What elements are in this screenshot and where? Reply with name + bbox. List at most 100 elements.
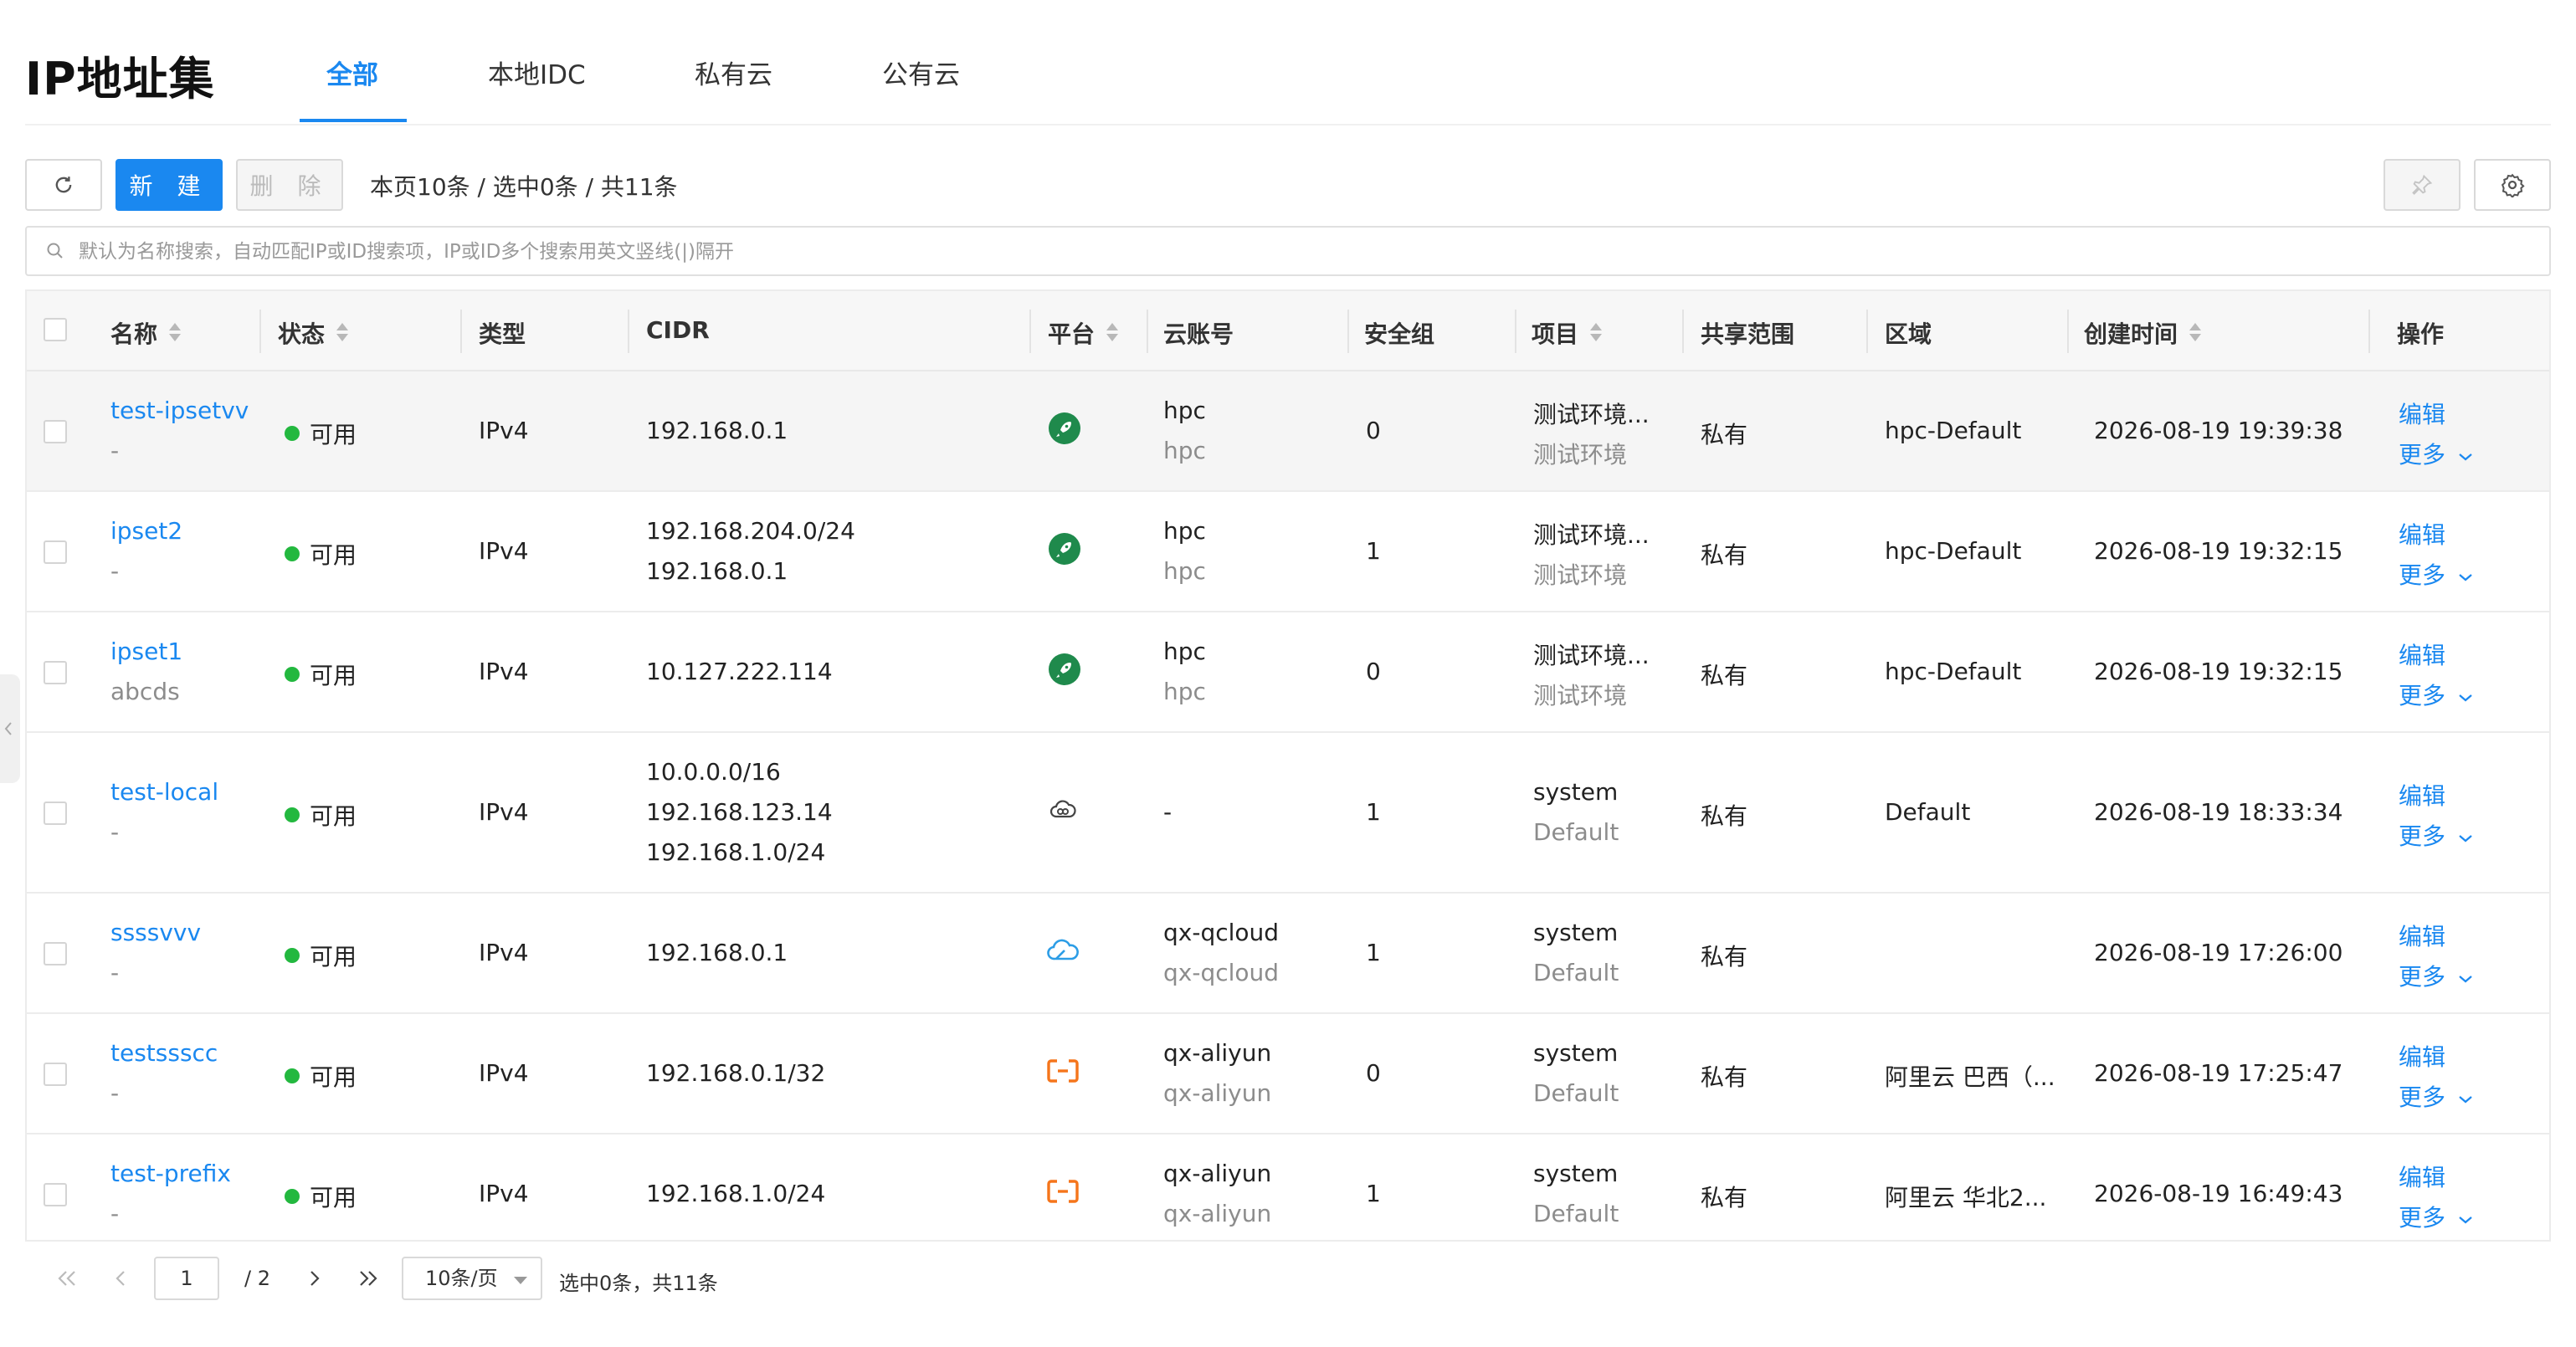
tab-local-idc[interactable]: 本地IDC: [488, 54, 586, 91]
status-text: 可用: [310, 1184, 357, 1211]
table-row[interactable]: ipset1 abcds 可用 IPv4 10.127.222.114 hpc …: [27, 612, 2549, 733]
project-domain: 测试环境: [1533, 441, 1628, 469]
row-checkbox[interactable]: [44, 661, 67, 684]
new-button[interactable]: 新 建: [115, 159, 223, 211]
more-dropdown[interactable]: 更多: [2399, 1079, 2474, 1113]
pin-button[interactable]: [2384, 159, 2461, 211]
type-cell: IPv4: [479, 798, 529, 826]
more-dropdown[interactable]: 更多: [2399, 818, 2474, 852]
ipset-name-link[interactable]: ipset1: [110, 638, 182, 665]
ipset-name-link[interactable]: testssscc: [110, 1039, 218, 1067]
sort-icon: [336, 323, 349, 343]
edit-link[interactable]: 编辑: [2399, 1039, 2445, 1073]
share-scope: 私有: [1701, 421, 1748, 448]
column-divider: [1347, 310, 1349, 353]
edit-link[interactable]: 编辑: [2399, 778, 2445, 812]
edit-link[interactable]: 编辑: [2399, 1160, 2445, 1193]
tab-all[interactable]: 全部: [326, 54, 378, 91]
last-page-button[interactable]: [352, 1255, 385, 1302]
more-dropdown[interactable]: 更多: [2399, 1200, 2474, 1233]
caret-down-icon: [514, 1277, 527, 1284]
column-divider: [2368, 310, 2370, 353]
table-row[interactable]: test-ipsetvv - 可用 IPv4 192.168.0.1 hpc h…: [27, 371, 2549, 492]
row-checkbox[interactable]: [44, 540, 67, 564]
table-row[interactable]: ssssvvv - 可用 IPv4 192.168.0.1 qx-qcloud …: [27, 894, 2549, 1014]
total-pages: / 2: [244, 1267, 270, 1290]
rocket-icon: [1049, 412, 1080, 444]
status-cell: 可用: [285, 1059, 357, 1093]
page: IP地址集 全部 本地IDC 私有云 公有云 新 建 删 除 本页10条 / 选…: [0, 0, 2576, 1347]
ipset-description: abcds: [110, 678, 180, 705]
more-dropdown[interactable]: 更多: [2399, 678, 2474, 711]
ipset-name-link[interactable]: test-prefix: [110, 1160, 231, 1187]
region: hpc-Default: [1885, 537, 2022, 565]
search-input[interactable]: [77, 234, 2507, 269]
column-header-share-scope: 共享范围: [1701, 316, 1794, 350]
edit-link[interactable]: 编辑: [2399, 638, 2445, 671]
created-time: 2026-08-19 17:25:47: [2094, 1059, 2343, 1087]
project-name: 测试环境...: [1533, 642, 1650, 669]
tab-public-cloud[interactable]: 公有云: [882, 54, 960, 91]
delete-button[interactable]: 删 除: [236, 159, 343, 211]
selection-summary: 本页10条 / 选中0条 / 共11条: [370, 173, 678, 201]
ipset-name-link[interactable]: ipset2: [110, 517, 182, 545]
column-divider: [1147, 310, 1148, 353]
project-domain: Default: [1533, 818, 1619, 846]
more-label: 更多: [2399, 441, 2446, 469]
row-checkbox[interactable]: [44, 420, 67, 443]
status-dot: [285, 1068, 300, 1083]
next-page-button[interactable]: [298, 1255, 331, 1302]
share-scope: 私有: [1701, 1063, 1748, 1091]
column-header-name[interactable]: 名称: [110, 316, 182, 350]
settings-button[interactable]: [2474, 159, 2551, 211]
edit-link[interactable]: 编辑: [2399, 517, 2445, 551]
qcloud-icon: [1047, 939, 1079, 960]
project-name: system: [1533, 1160, 1619, 1187]
row-checkbox[interactable]: [44, 1063, 67, 1086]
cloud-link-icon: [1049, 800, 1076, 818]
edit-link[interactable]: 编辑: [2399, 397, 2445, 430]
active-tab-indicator: [300, 119, 407, 122]
row-checkbox[interactable]: [44, 802, 67, 825]
table-row[interactable]: testssscc - 可用 IPv4 192.168.0.1/32 qx-al…: [27, 1014, 2549, 1134]
ipset-description: -: [110, 1079, 120, 1107]
cloud-account-sub: hpc: [1163, 678, 1206, 705]
row-checkbox[interactable]: [44, 942, 67, 965]
table-row[interactable]: test-local - 可用 IPv4 10.0.0.0/16 192.168…: [27, 733, 2549, 894]
status-dot: [285, 426, 300, 441]
ipset-name-link[interactable]: ssssvvv: [110, 919, 201, 946]
column-header-status[interactable]: 状态: [278, 316, 349, 350]
select-all-checkbox[interactable]: [44, 318, 67, 341]
region: Default: [1885, 798, 1971, 826]
more-dropdown[interactable]: 更多: [2399, 557, 2474, 591]
cloud-account: -: [1163, 798, 1173, 826]
page-number-input[interactable]: 1: [154, 1257, 219, 1300]
project-domain: 测试环境: [1533, 561, 1628, 589]
more-dropdown[interactable]: 更多: [2399, 959, 2474, 992]
more-dropdown[interactable]: 更多: [2399, 437, 2474, 470]
row-checkbox[interactable]: [44, 1183, 67, 1206]
status-text: 可用: [310, 541, 357, 569]
share-scope: 私有: [1701, 1184, 1748, 1211]
column-header-platform[interactable]: 平台: [1048, 316, 1119, 350]
refresh-button[interactable]: [25, 159, 102, 211]
table-row[interactable]: ipset2 - 可用 IPv4 192.168.204.0/24 192.16…: [27, 492, 2549, 612]
table-row[interactable]: test-prefix - 可用 IPv4 192.168.1.0/24 qx-…: [27, 1134, 2549, 1240]
column-divider: [628, 310, 629, 353]
prev-page-button[interactable]: [104, 1255, 137, 1302]
cloud-account: hpc: [1163, 517, 1206, 545]
region: hpc-Default: [1885, 658, 2022, 685]
edit-link[interactable]: 编辑: [2399, 919, 2445, 952]
column-header-project[interactable]: 项目: [1532, 316, 1603, 350]
table-header: 名称 状态 类型 CIDR 平台 云账号 安全组 项目 共享范围 区域 创建时间…: [27, 291, 2549, 371]
page-size-select[interactable]: 10条/页: [402, 1257, 542, 1300]
sidebar-collapse-handle[interactable]: [0, 674, 20, 783]
first-page-button[interactable]: [50, 1255, 84, 1302]
ipset-name-link[interactable]: test-local: [110, 778, 218, 806]
tab-private-cloud[interactable]: 私有云: [695, 54, 772, 91]
column-header-created-time[interactable]: 创建时间: [2084, 316, 2202, 350]
aliyun-icon: [1047, 1180, 1079, 1203]
status-dot: [285, 1189, 300, 1204]
ipset-name-link[interactable]: test-ipsetvv: [110, 397, 249, 424]
chevron-down-icon: [2459, 453, 2472, 461]
